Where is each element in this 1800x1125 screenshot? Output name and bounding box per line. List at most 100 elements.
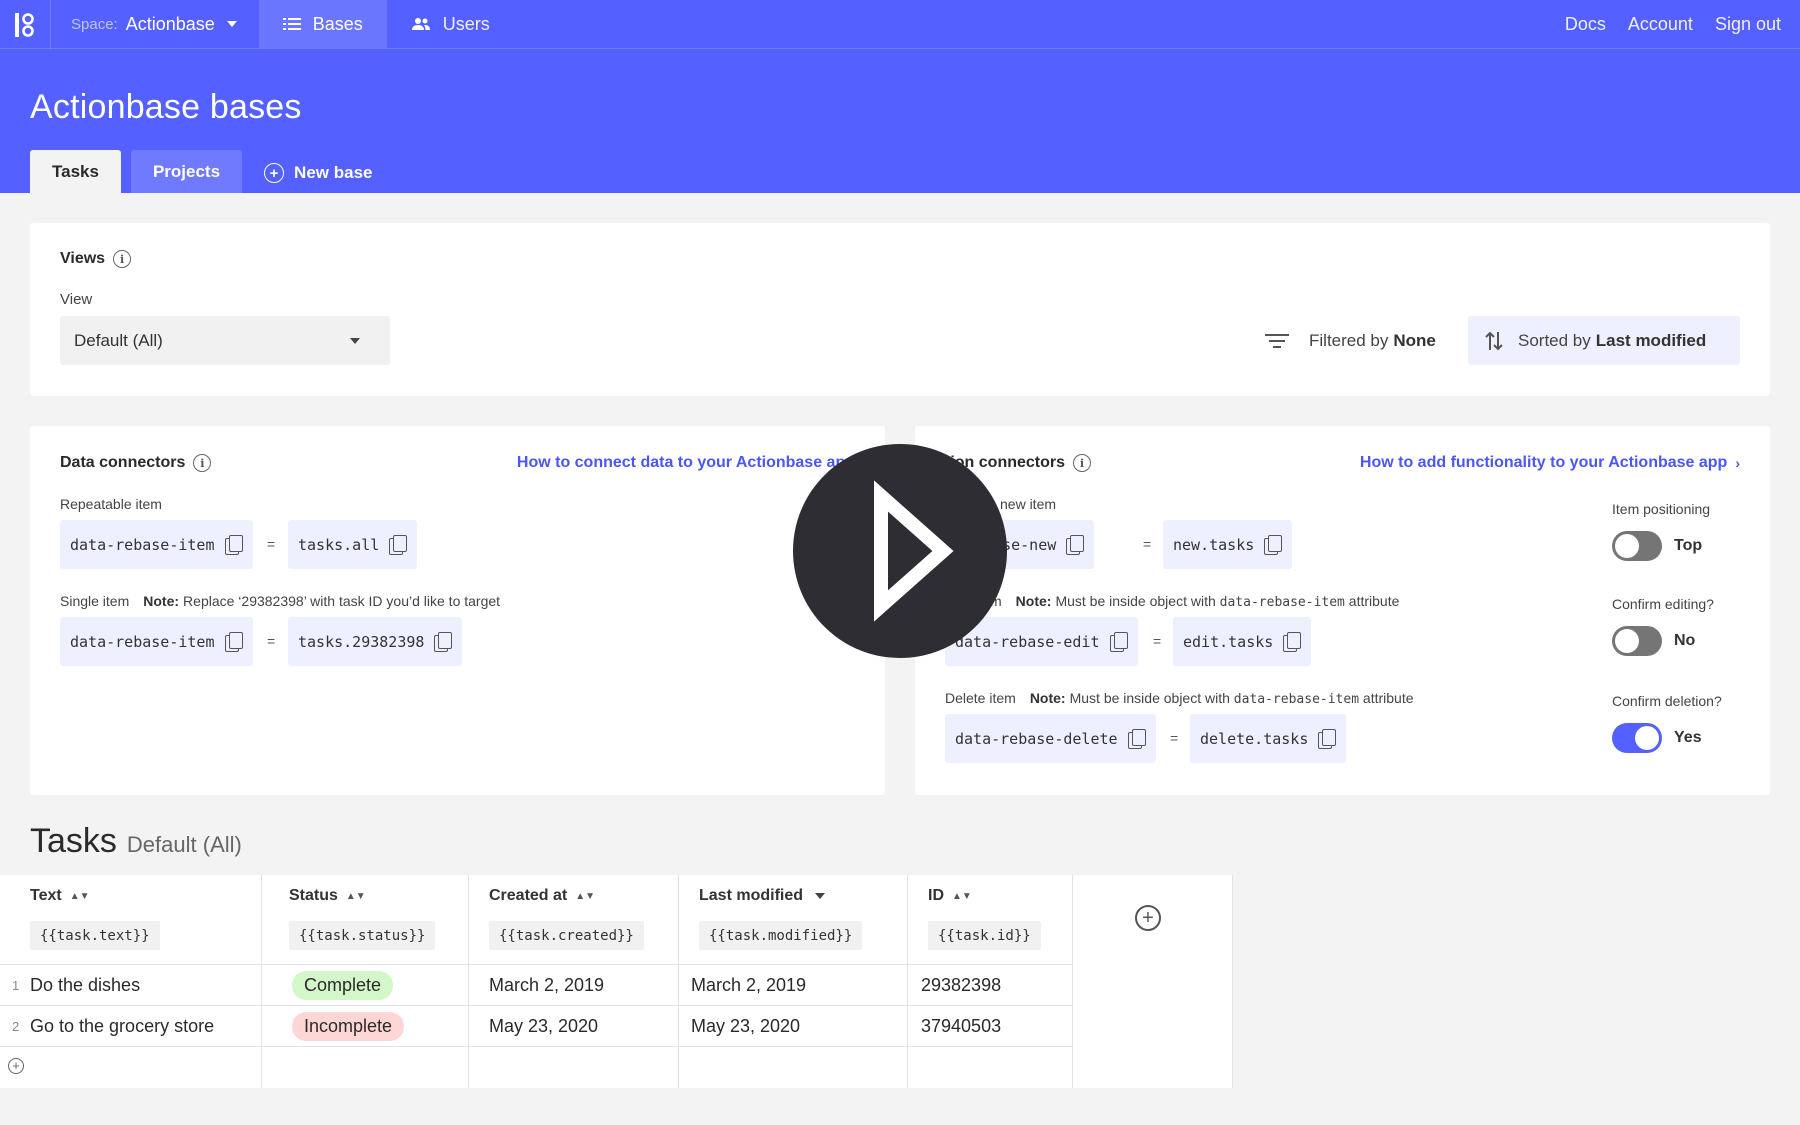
filter-prefix: Filtered by [1309, 330, 1389, 350]
add-column-button[interactable]: + [1135, 905, 1161, 931]
column-header-label: Created at [489, 887, 568, 904]
repeatable-item-label: Repeatable item [60, 496, 162, 512]
confirm-deletion-value: Yes [1674, 729, 1702, 746]
table-cell-modified[interactable]: May 23, 2020 [691, 1006, 800, 1046]
column-template[interactable]: {{task.id}} [928, 921, 1041, 950]
note-label: Note: [1029, 690, 1066, 706]
users-icon [411, 18, 430, 30]
play-video-button[interactable] [793, 444, 1007, 658]
column-header-modified[interactable]: Last modified [699, 887, 826, 905]
note-label: Note: [143, 593, 180, 609]
sort-icon: ▲▼ [345, 890, 366, 902]
info-icon[interactable]: i [193, 454, 212, 472]
view-select[interactable]: Default (All) [60, 316, 390, 365]
column-template[interactable]: {{task.modified}} [699, 921, 863, 950]
view-label: View [60, 291, 93, 308]
app-logo[interactable] [0, 0, 51, 49]
table-cell-text[interactable]: Do the dishes [30, 965, 140, 1005]
status-badge: Complete [292, 970, 394, 1000]
copy-icon[interactable] [1264, 534, 1283, 555]
single-value-chip[interactable]: tasks.29382398 [288, 617, 463, 666]
play-icon [874, 480, 954, 622]
delete-value-chip[interactable]: delete.tasks [1190, 714, 1347, 763]
list-icon [282, 18, 301, 30]
delete-attr-chip[interactable]: data-rebase-delete [945, 714, 1156, 763]
confirm-deletion-toggle[interactable] [1612, 723, 1662, 753]
table-cell-id[interactable]: 37940503 [921, 1006, 1001, 1046]
account-link[interactable]: Account [1628, 14, 1693, 35]
space-value: Actionbase [125, 13, 215, 34]
row-number: 2 [12, 1018, 20, 1034]
copy-icon[interactable] [1318, 728, 1337, 749]
action-connectors-panel: tion connectors i How to add functionali… [915, 426, 1770, 795]
new-base-button[interactable]: + New base [252, 153, 384, 193]
copy-icon[interactable] [224, 534, 243, 555]
single-attr-chip[interactable]: data-rebase-item [60, 617, 253, 666]
confirm-editing-toggle[interactable] [1612, 626, 1662, 656]
new-value-chip[interactable]: new.tasks [1163, 520, 1293, 569]
views-panel: Views i View Default (All) Filtered by N… [30, 223, 1770, 396]
column-header-text[interactable]: Text ▲▼ [30, 887, 90, 905]
column-header-label: Text [30, 887, 62, 904]
column-header-status[interactable]: Status ▲▼ [289, 887, 366, 905]
note-label: Note: [1015, 593, 1052, 609]
filter-button[interactable]: Filtered by None [1265, 316, 1436, 365]
docs-link[interactable]: Docs [1565, 14, 1606, 35]
copy-icon[interactable] [224, 631, 243, 652]
copy-icon[interactable] [389, 534, 408, 555]
confirm-deletion-setting: Confirm deletion? Yes [1612, 693, 1722, 753]
nav-tab-users[interactable]: Users [387, 0, 514, 48]
edit-value-chip[interactable]: edit.tasks [1173, 617, 1312, 666]
sort-prefix: Sorted by [1518, 330, 1591, 350]
tasks-table: Text ▲▼ {{task.text}} Status ▲▼ {{task.sta… [0, 875, 1800, 1088]
table-cell-text[interactable]: Go to the grocery store [30, 1006, 214, 1046]
table-cell-modified[interactable]: March 2, 2019 [691, 965, 806, 1005]
table-cell-created[interactable]: March 2, 2019 [489, 965, 604, 1005]
info-icon[interactable]: i [1073, 454, 1092, 472]
add-functionality-help-link[interactable]: How to add functionality to your Actionb… [1360, 454, 1740, 472]
column-template[interactable]: {{task.created}} [489, 921, 644, 950]
column-header-label: Last modified [699, 887, 804, 904]
copy-icon[interactable] [1283, 631, 1302, 652]
delete-item-label-row: Delete item Note: Must be inside object wi… [945, 690, 1414, 707]
sort-icon: ▲▼ [952, 890, 972, 902]
sort-button[interactable]: Sorted by Last modified [1468, 316, 1740, 365]
sign-out-link[interactable]: Sign out [1715, 14, 1781, 35]
sort-value: Last modified [1595, 330, 1707, 350]
copy-icon[interactable] [434, 631, 453, 652]
item-positioning-setting: Item positioning Top [1612, 501, 1710, 561]
status-badge: Incomplete [292, 1011, 405, 1041]
nav-right-links: Docs Account Sign out [1565, 0, 1800, 48]
confirm-editing-setting: Confirm editing? No [1612, 596, 1714, 656]
delete-note-a: Must be inside object with [1069, 690, 1230, 706]
table-cell-created[interactable]: May 23, 2020 [489, 1006, 598, 1046]
add-circle-icon: + [1135, 905, 1161, 931]
single-item-label-row: Single item Note: Replace ‘29382398’ with … [60, 593, 500, 609]
add-row-button[interactable]: + [8, 1057, 24, 1075]
table-cell-status[interactable]: Complete [292, 965, 394, 1005]
copy-icon[interactable] [1066, 534, 1085, 555]
repeatable-attr-chip[interactable]: data-rebase-item [60, 520, 253, 569]
chevron-right-icon: › [1735, 455, 1740, 471]
base-tabs: Tasks Projects + New base [30, 150, 384, 193]
sort-icon: ▲▼ [575, 890, 596, 902]
table-cell-id[interactable]: 29382398 [921, 965, 1001, 1005]
table-cell-status[interactable]: Incomplete [292, 1006, 405, 1046]
item-positioning-toggle[interactable] [1612, 531, 1662, 561]
equals-sign: = [1170, 730, 1179, 746]
space-selector[interactable]: Space: Actionbase [51, 0, 259, 48]
tab-tasks[interactable]: Tasks [30, 150, 121, 193]
repeatable-value-chip[interactable]: tasks.all [288, 520, 418, 569]
column-header-created[interactable]: Created at ▲▼ [489, 887, 595, 905]
copy-icon[interactable] [1109, 631, 1128, 652]
info-icon[interactable]: i [113, 250, 132, 268]
column-template[interactable]: {{task.text}} [30, 921, 160, 950]
copy-icon[interactable] [1127, 728, 1146, 749]
add-functionality-help-text: How to add functionality to your Actionb… [1359, 454, 1728, 471]
column-template[interactable]: {{task.status}} [289, 921, 436, 950]
column-header-id[interactable]: ID ▲▼ [928, 887, 972, 905]
edit-note-code: data-rebase-item [1219, 595, 1345, 610]
single-value: tasks.29382398 [298, 632, 425, 651]
nav-tab-bases[interactable]: Bases [258, 0, 387, 48]
tab-projects[interactable]: Projects [130, 150, 243, 193]
